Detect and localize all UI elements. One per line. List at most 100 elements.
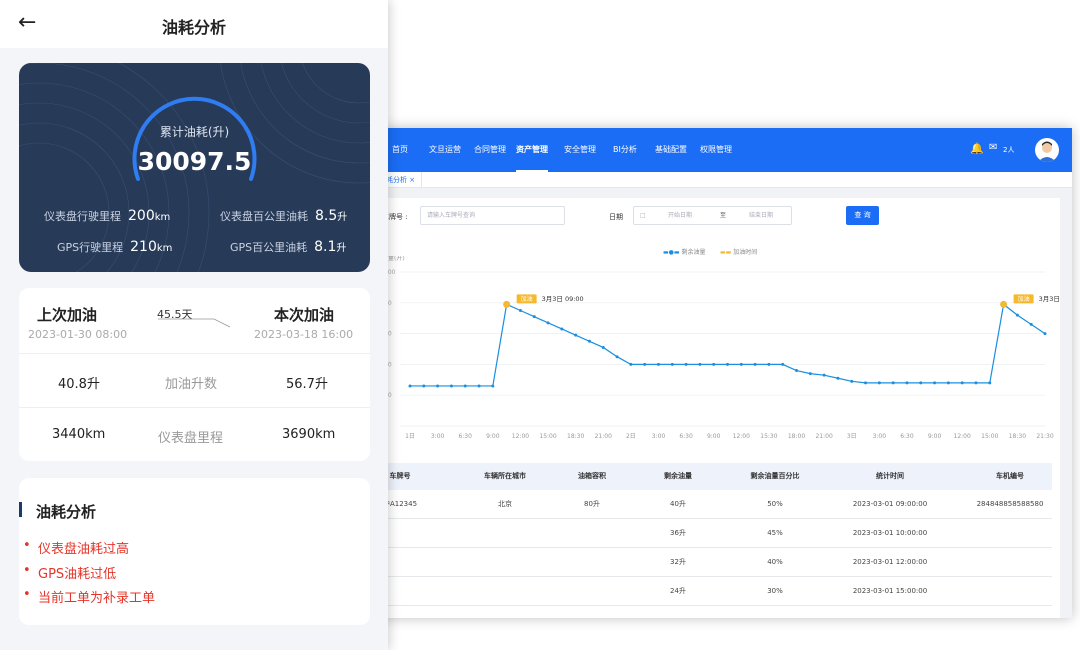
data-point (408, 384, 412, 388)
nav-bi[interactable]: BI分析 (613, 128, 637, 172)
gap-arrow-icon (158, 318, 231, 328)
nav-assets[interactable]: 资产管理 (516, 128, 548, 172)
plate-search-input[interactable]: 请输入车牌号查询 (420, 206, 565, 225)
cell-remain-pct: 45% (767, 529, 783, 537)
mobile-screen: ← 油耗分析 累计油耗(升) 30097.5 仪表盘行驶里程 200km 仪表盘… (0, 0, 388, 650)
data-point (463, 384, 467, 388)
table-row[interactable]: 沪A12345 北京 80升 40升 50% 2023-03-01 09:00:… (380, 490, 1052, 519)
message-icon[interactable]: ✉ (989, 142, 997, 153)
total-fuel-value: 30097.5 (137, 147, 252, 176)
data-point (518, 309, 522, 312)
last-refuel-liters: 40.8升 (58, 377, 100, 392)
data-point (477, 384, 481, 388)
nav-contract[interactable]: 合同管理 (474, 128, 506, 172)
data-point (822, 373, 826, 377)
x-tick-label: 21:00 (595, 433, 612, 440)
desktop-window: 首页 文旦运营 合同管理 资产管理 安全管理 BI分析 基础配置 权限管理 🔔 … (380, 128, 1072, 618)
query-button[interactable]: 查 询 (846, 206, 879, 225)
legend-remaining-label: 剩余油量 (681, 249, 706, 256)
x-tick-label: 3日 (847, 433, 857, 440)
data-point (491, 384, 495, 388)
refuel-time-label: 3月3日 09:00 (542, 295, 584, 303)
cell-remain: 24升 (670, 587, 686, 595)
x-tick-label: 18:30 (1009, 433, 1026, 440)
section-accent (19, 502, 22, 517)
avatar[interactable] (1035, 138, 1059, 162)
legend-remaining: ▬●▬ 剩余油量 (663, 249, 706, 256)
x-tick-label: 18:00 (788, 433, 805, 440)
nav-permission[interactable]: 权限管理 (700, 128, 732, 172)
x-tick-label: 21:00 (815, 433, 832, 440)
data-point (698, 362, 702, 366)
data-point (795, 369, 799, 373)
data-point (946, 381, 950, 385)
data-point (988, 381, 992, 385)
table-row[interactable]: 36升 45% 2023-03-01 10:00:00 (380, 519, 1052, 548)
last-odometer: 3440km (52, 427, 106, 442)
data-point (615, 355, 619, 359)
refuel-time-label: 3月3日 09:00 (1039, 295, 1060, 303)
data-point (739, 362, 743, 366)
cell-time: 2023-03-01 12:00:00 (852, 558, 928, 566)
mobile-header: ← 油耗分析 (0, 0, 388, 48)
data-point (781, 362, 785, 366)
nav-safety[interactable]: 安全管理 (564, 128, 596, 172)
x-tick-label: 12:00 (954, 433, 971, 440)
data-point (532, 315, 536, 319)
x-tick-label: 12:00 (512, 433, 529, 440)
range-separator: 至 (720, 212, 727, 219)
x-tick-label: 15:30 (760, 433, 777, 440)
start-date-placeholder: 开始日期 (668, 212, 693, 219)
data-point (574, 333, 578, 337)
th-city: 车辆所在城市 (484, 472, 526, 480)
x-tick-label: 21:30 (1036, 433, 1053, 440)
nav-config[interactable]: 基础配置 (655, 128, 687, 172)
warning-item: 仪表盘油耗过高 (23, 538, 129, 557)
th-remain-pct: 剩余油量百分比 (750, 472, 800, 480)
data-point (670, 362, 674, 366)
data-point (726, 362, 729, 366)
table-row[interactable]: 24升 30% 2023-03-01 15:00:00 (380, 577, 1052, 606)
user-label[interactable]: 2人 (1003, 145, 1014, 155)
x-tick-label: 3:00 (873, 433, 887, 440)
x-tick-label: 9:00 (707, 433, 721, 440)
series-line (410, 303, 1046, 387)
x-tick-label: 1日 (405, 433, 415, 440)
data-point (436, 384, 440, 388)
x-tick-label: 3:00 (431, 433, 445, 440)
cell-remain-pct: 40% (767, 558, 783, 566)
x-tick-label: 6:30 (900, 433, 914, 440)
refuel-tag-label: 加油 (1018, 295, 1030, 303)
data-point (767, 362, 771, 366)
bell-icon[interactable]: 🔔 (970, 142, 984, 155)
x-tick-label: 2日 (626, 433, 636, 440)
data-point (684, 362, 688, 366)
cell-device: 284848858588580 (976, 500, 1044, 508)
calendar-icon: □ (640, 212, 646, 219)
cell-remain: 32升 (670, 558, 686, 566)
data-point (560, 327, 564, 331)
data-point (629, 362, 633, 366)
nav-home[interactable]: 首页 (392, 128, 408, 172)
table-row[interactable]: 32升 40% 2023-03-01 12:00:00 (380, 548, 1052, 577)
divider (19, 407, 370, 408)
nav-operation[interactable]: 文旦运营 (429, 128, 461, 172)
data-point (864, 381, 868, 385)
date-range-input[interactable]: □ 开始日期 至 结束日期 (633, 206, 792, 225)
data-point (753, 362, 757, 366)
this-refuel-liters: 56.7升 (286, 377, 328, 392)
data-point (891, 381, 895, 385)
warning-item: 当前工单为补录工单 (23, 587, 155, 606)
stat-dash-consumption: 仪表盘百公里油耗 8.5升 (220, 208, 348, 224)
x-tick-label: 12:00 (733, 433, 750, 440)
data-point (960, 381, 964, 385)
refuel-marker (503, 300, 511, 308)
this-odometer: 3690km (282, 427, 336, 442)
data-point (587, 339, 591, 343)
this-refuel-label: 本次加油 (274, 306, 335, 324)
data-point (877, 381, 881, 385)
data-point (836, 376, 840, 380)
fuel-line-chart: 油量(升)0204060801001日3:006:309:0012:0015:0… (382, 256, 1060, 440)
th-device: 车机编号 (996, 472, 1024, 480)
data-point (974, 381, 978, 385)
